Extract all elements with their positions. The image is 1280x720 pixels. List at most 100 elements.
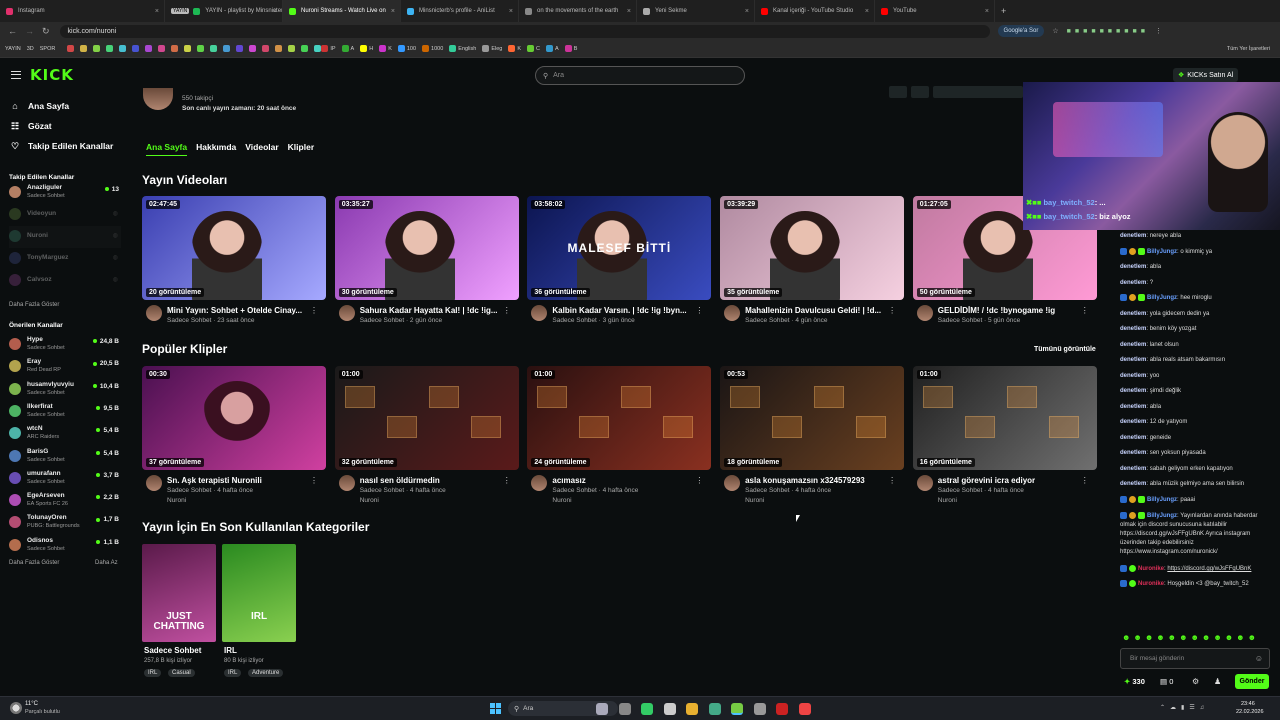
- bookmark-icon[interactable]: [236, 45, 244, 52]
- tab-close-icon[interactable]: ×: [627, 8, 631, 15]
- category-tag[interactable]: Adventure: [248, 669, 284, 677]
- avatar[interactable]: [531, 475, 548, 491]
- video-thumbnail[interactable]: 03:35:27 30 görüntüleme: [334, 196, 519, 300]
- video-thumbnail[interactable]: MALESEF BİTTİ 03:58:02 36 görüntüleme: [527, 196, 712, 300]
- clip-thumbnail[interactable]: 00:30 37 görüntüleme: [142, 366, 326, 470]
- more-options-icon[interactable]: ⋮: [310, 476, 318, 485]
- chat-username[interactable]: denetlem: [1120, 481, 1146, 487]
- bookmark-icon[interactable]: [184, 45, 192, 52]
- recommended-channel[interactable]: umurafann Sadece Sohbet 3,7 B: [9, 468, 121, 490]
- bookmark-icon[interactable]: [314, 45, 322, 52]
- chat-username[interactable]: Nuronike: [1138, 566, 1164, 572]
- more-options-icon[interactable]: ⋮: [888, 306, 896, 315]
- followed-channel[interactable]: Calvsoz ◍: [9, 270, 121, 292]
- avatar[interactable]: [338, 475, 355, 491]
- tab-close-icon[interactable]: ×: [865, 8, 869, 15]
- chat-username[interactable]: denetlem: [1120, 357, 1146, 363]
- settings-icon[interactable]: [663, 703, 676, 715]
- opera-icon[interactable]: [776, 703, 788, 715]
- card-title[interactable]: Kalbin Kadar Varsın. | !dc !ig !byn...: [552, 306, 702, 315]
- recommended-channel[interactable]: BarisG Sadece Sohbet 5,4 B: [9, 446, 121, 468]
- clip-thumbnail[interactable]: 00:53 18 görüntüleme: [720, 366, 905, 470]
- bookmark-item[interactable]: A: [546, 45, 559, 52]
- tab-close-icon[interactable]: ×: [509, 8, 513, 15]
- avatar[interactable]: [916, 475, 933, 491]
- more-options-icon[interactable]: ⋮: [1081, 306, 1089, 315]
- chat-username[interactable]: BillyJungz: [1147, 295, 1177, 301]
- avatar[interactable]: [146, 305, 162, 321]
- bookmark-item[interactable]: C: [527, 45, 540, 52]
- more-options-icon[interactable]: ⋮: [1081, 476, 1089, 485]
- more-options-icon[interactable]: ⋮: [695, 476, 703, 485]
- video-thumbnail[interactable]: 03:39:29 35 görüntüleme: [720, 196, 905, 300]
- google-ask-button[interactable]: Google'a Sor: [997, 25, 1045, 37]
- more-options-icon[interactable]: ⋮: [310, 306, 318, 315]
- new-tab-icon[interactable]: +: [1001, 6, 1006, 16]
- recommended-channel[interactable]: wtcN ARC Raiders 5,4 B: [9, 423, 121, 445]
- send-button[interactable]: Gönder: [1235, 674, 1269, 689]
- points-display[interactable]: ✦ 330: [1124, 677, 1145, 686]
- card-channel[interactable]: Nuroni: [745, 497, 764, 504]
- clip-thumbnail[interactable]: 01:00 24 görüntüleme: [527, 366, 712, 470]
- emote-row[interactable]: ☻☻☻☻☻☻☻☻☻☻☻☻: [1122, 633, 1259, 642]
- clip-card[interactable]: 00:30 37 görüntüleme Sn. Aşk terapisti Nur…: [142, 366, 326, 506]
- chat-username[interactable]: denetlem: [1120, 373, 1146, 379]
- chat-username[interactable]: denetlem: [1120, 311, 1146, 317]
- browser-tab[interactable]: Minsnicterb's profile - AniList ×: [401, 0, 519, 22]
- bookmark-icon[interactable]: [210, 45, 218, 52]
- category-name[interactable]: Sadece Sohbet: [144, 646, 201, 655]
- card-title[interactable]: nasıl sen öldürmedin: [360, 476, 510, 485]
- browser-tab[interactable]: Instagram ×: [0, 0, 165, 22]
- nav-item[interactable]: ♡ Takip Edilen Kanallar: [10, 136, 113, 156]
- chat-input[interactable]: Bir mesaj gönderin ☺: [1120, 648, 1270, 669]
- chat-username[interactable]: denetlem: [1120, 388, 1146, 394]
- avatar[interactable]: [916, 305, 933, 321]
- more-options-icon[interactable]: ⋮: [503, 476, 511, 485]
- xbox-icon[interactable]: [641, 703, 653, 715]
- taskview-icon[interactable]: [618, 703, 631, 715]
- tab-close-icon[interactable]: ×: [985, 8, 989, 15]
- url-field[interactable]: kick.com/nuroni: [59, 24, 990, 38]
- bookmark-icon[interactable]: [132, 45, 140, 52]
- bookmark-icon[interactable]: [223, 45, 231, 52]
- card-channel[interactable]: Nuroni: [167, 497, 186, 504]
- card-channel[interactable]: Nuroni: [360, 497, 379, 504]
- category-image[interactable]: JUST CHATTING: [142, 544, 216, 642]
- recommended-channel[interactable]: husamvlyuvyiu Sadece Sohbet 10,4 B: [9, 379, 121, 401]
- bookmark-item[interactable]: K: [379, 45, 392, 52]
- recommended-channel[interactable]: Hype Sadece Sohbet 24,8 B: [9, 334, 121, 356]
- card-channel[interactable]: Nuroni: [938, 497, 957, 504]
- app-icon[interactable]: [798, 703, 811, 715]
- tab-hakkımda[interactable]: Hakkımda: [196, 142, 236, 156]
- extensions-icons[interactable]: ■■■■■■■■■■: [1067, 28, 1149, 35]
- bookmark-item[interactable]: K: [508, 45, 521, 52]
- bookmark-item[interactable]: YAYIN: [5, 46, 21, 52]
- avatar[interactable]: [724, 305, 741, 321]
- menu-icon[interactable]: ⋮: [1155, 27, 1162, 35]
- folder-icon[interactable]: [686, 703, 698, 715]
- chat-username[interactable]: BillyJungz: [1147, 497, 1177, 503]
- profile-actions[interactable]: [889, 86, 1023, 98]
- card-title[interactable]: astral görevini icra ediyor: [938, 476, 1088, 485]
- card-title[interactable]: Sahura Kadar Hayatta Kal! | !dc !ig...: [360, 306, 510, 315]
- bookmark-item[interactable]: IP: [321, 45, 336, 52]
- tab-close-icon[interactable]: ×: [391, 8, 395, 15]
- star-icon[interactable]: ☆: [1052, 27, 1058, 35]
- followed-channel[interactable]: TonyMarguez ◍: [9, 248, 121, 270]
- browser-tab[interactable]: Kanal içeriği - YouTube Studio ×: [755, 0, 875, 22]
- chat-username[interactable]: denetlem: [1120, 466, 1146, 472]
- video-thumbnail[interactable]: 02:47:45 20 görüntüleme: [142, 196, 326, 300]
- tab-klipler[interactable]: Klipler: [288, 142, 314, 156]
- bookmark-icon[interactable]: [275, 45, 283, 52]
- card-title[interactable]: acımasız: [552, 476, 702, 485]
- chat-username[interactable]: denetlem: [1120, 280, 1146, 286]
- clip-card[interactable]: 01:00 32 görüntüleme nasıl sen öldürmedin S…: [334, 366, 519, 506]
- chat-username[interactable]: denetlem: [1120, 264, 1146, 270]
- show-more-recommended[interactable]: Daha Fazla Göster: [9, 560, 59, 566]
- card-title[interactable]: asla konuşamazsın x324579293: [745, 476, 895, 485]
- bookmark-icon[interactable]: [106, 45, 114, 52]
- search-input[interactable]: ⚲ Ara: [535, 66, 745, 85]
- chat-username[interactable]: denetlem: [1120, 404, 1146, 410]
- clip-card[interactable]: 01:00 16 görüntüleme astral görevini icra …: [912, 366, 1097, 506]
- chrome-icon[interactable]: [731, 703, 743, 715]
